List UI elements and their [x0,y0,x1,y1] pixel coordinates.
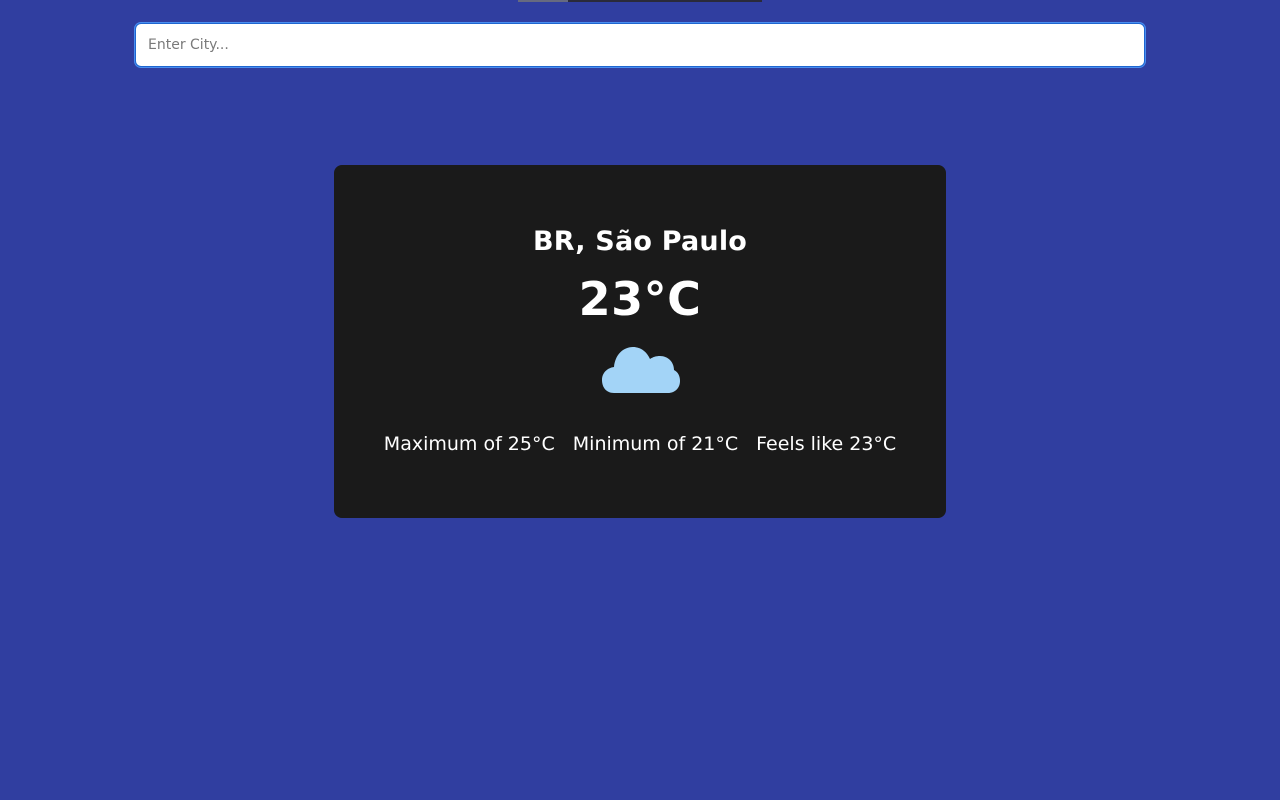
top-tab-strip [518,0,762,2]
weather-stats: Maximum of 25°C Minimum of 21°C Feels li… [334,433,946,455]
min-temperature: Minimum of 21°C [572,433,739,455]
search-field[interactable] [135,23,1145,67]
current-temperature: 23°C [578,272,702,326]
cloud-icon [602,347,680,393]
city-search-input[interactable] [136,24,1144,66]
location-heading: BR, São Paulo [532,226,748,257]
max-temperature: Maximum of 25°C [383,433,555,455]
top-tab-active [518,0,568,2]
weather-card: BR, São Paulo 23°C Maximum of 25°C Minim… [334,165,946,518]
feels-like-temperature: Feels like 23°C [756,433,897,455]
